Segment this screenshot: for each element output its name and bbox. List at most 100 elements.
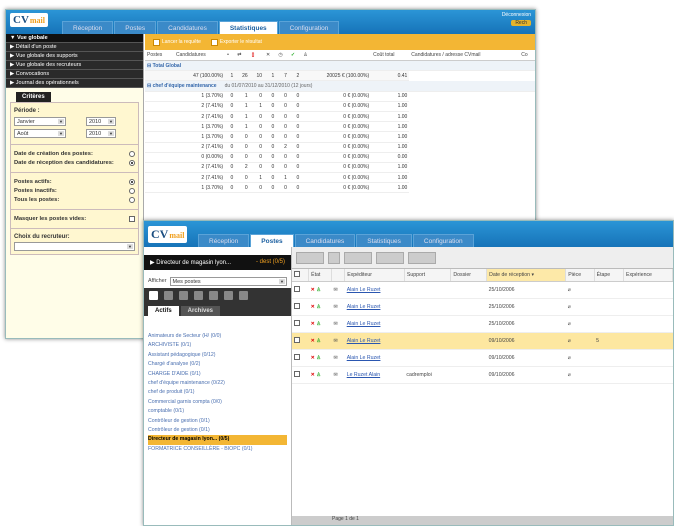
tab-3[interactable]: Statistiques [356,234,412,247]
person-icon[interactable]: ♙ [315,287,321,293]
sender-link[interactable]: Alain Le Ruzet [347,355,381,361]
sender-link[interactable]: Le Ruzet Alain [347,372,380,378]
col-header-3[interactable]: ⇄ [235,50,250,61]
col-header-0[interactable]: Postes [145,50,174,61]
people-icon[interactable] [224,291,233,300]
select-all-checkbox[interactable] [294,271,300,277]
attachment-icon[interactable]: ⌀ [565,315,595,333]
col-header-11[interactable]: Co [519,50,535,61]
period-to-year[interactable]: 2010 [86,129,116,138]
tab-3[interactable]: Statistiques [218,21,278,34]
post-item[interactable]: Contrôleur de gestion (0/1) [148,417,287,426]
toolbar-button-1[interactable] [296,251,324,264]
row-checkbox[interactable] [294,286,300,292]
col-header-9[interactable]: Coût total [371,50,410,61]
period-from-year[interactable]: 2010 [86,117,116,126]
period-to-month[interactable]: Août [14,129,66,138]
tab-2[interactable]: Candidatures [294,234,356,247]
post-item[interactable]: Contrôleur de gestion (0/1) [148,426,287,435]
tab-1[interactable]: Postes [114,21,157,34]
attachment-icon[interactable]: ⌀ [565,366,595,384]
tab-4[interactable]: Configuration [278,21,340,34]
col-header-5[interactable]: Dossier [450,269,488,282]
col-header-9[interactable]: Expérience [623,269,673,282]
col-header-3[interactable]: Expéditeur [344,269,405,282]
recruiter-select[interactable] [14,242,135,251]
hide-empty-checkbox[interactable] [129,216,135,222]
post-item[interactable]: CHARGE D'AIDE (0/1) [148,370,287,379]
sender-link[interactable]: Alain Le Ruzet [347,287,381,293]
edit-icon[interactable] [239,291,248,300]
tab-1[interactable]: Postes [250,234,294,247]
date-option-radio[interactable] [129,160,135,166]
candidate-row[interactable]: ✕ ♙ ✉ Alain Le Ruzet 25/10/2006 ⌀ [292,315,673,333]
period-from-month[interactable]: Janvier [14,117,66,126]
group-label[interactable]: ⊟ chef d'équipe maintenance du 01/07/2010… [145,80,535,92]
search-button[interactable]: Rech [511,20,531,26]
post-item[interactable]: Chargé d'analyse (0/2) [148,360,287,369]
user-icon[interactable] [149,291,158,300]
post-option-radio[interactable] [129,197,135,203]
col-header-7[interactable]: Pièce [565,269,595,282]
toolbar-button-5[interactable] [408,251,436,264]
post-item[interactable]: ARCHIVISTE (0/1) [148,341,287,350]
post-item[interactable]: Assistant pédagogique (0/12) [148,351,287,360]
post-item[interactable]: Directeur de magasin lyon... (0/5) [148,435,287,445]
col-header-6[interactable]: Date de réception ▾ [486,269,567,282]
person-icon[interactable]: ♙ [315,372,321,378]
row-checkbox[interactable] [294,354,300,360]
post-option-radio[interactable] [129,188,135,194]
tab-0[interactable]: Réception [62,21,114,34]
tab-criteria[interactable]: Critères [16,92,51,102]
nav-item-0[interactable]: ▼ Vue globale [6,34,143,43]
card-icon[interactable] [209,291,218,300]
post-option-radio[interactable] [129,179,135,185]
person-icon[interactable]: ♙ [315,355,321,361]
nav-item-3[interactable]: ▶ Vue globale des recruteurs [6,61,143,70]
tab-2[interactable]: Candidatures [157,21,218,34]
sender-link[interactable]: Alain Le Ruzet [347,338,381,344]
candidate-row[interactable]: ✕ ♙ ✉ Le Ruzet Alain cadremploi 09/10/2006 ⌀ [292,366,673,384]
post-item[interactable]: Animateurs de Secteur (H/ (0/0) [148,332,287,341]
attachment-icon[interactable]: ⌀ [565,349,595,367]
col-header-6[interactable]: ◷ [276,50,289,61]
candidate-row[interactable]: ✕ ♙ ✉ Alain Le Ruzet 09/10/2006 ⌀ 5 [292,332,673,350]
nav-item-4[interactable]: ▶ Convocations [6,70,143,79]
candidate-row[interactable]: ✕ ♙ ✉ Alain Le Ruzet 09/10/2006 ⌀ [292,349,673,367]
person-icon[interactable]: ♙ [315,321,321,327]
date-option-radio[interactable] [129,151,135,157]
sender-link[interactable]: Alain Le Ruzet [347,304,381,310]
row-checkbox[interactable] [294,371,300,377]
attachment-icon[interactable]: ⌀ [565,332,595,350]
post-item[interactable]: comptable (0/1) [148,407,287,416]
col-header-8[interactable]: Étape [594,269,624,282]
col-header-1[interactable]: Candidatures [173,50,226,61]
settings-icon[interactable] [194,291,203,300]
col-header-5[interactable]: ✕ [264,50,277,61]
post-item[interactable]: chef de produit (0/1) [148,388,287,397]
toolbar-button-3[interactable] [344,251,372,264]
subtab-1[interactable]: Archives [180,306,221,316]
tab-0[interactable]: Réception [198,234,250,247]
row-checkbox[interactable] [294,320,300,326]
col-header-8[interactable]: ♙ [301,50,372,61]
col-header-2[interactable] [331,269,346,282]
selected-job[interactable]: ▶ Directeur de magasin lyon... - dest (0… [144,255,291,270]
logout-link[interactable]: Déconnexion [502,12,531,18]
nav-item-1[interactable]: ▶ Détail d'un poste [6,43,143,52]
subtab-0[interactable]: Actifs [148,306,179,316]
nav-item-2[interactable]: ▶ Vue globale des supports [6,52,143,61]
person-icon[interactable]: ♙ [315,338,321,344]
toolbar-button-2[interactable] [328,251,340,264]
nav-item-5[interactable]: ▶ Journal des opérationnels [6,79,143,88]
candidate-row[interactable]: ✕ ♙ ✉ Alain Le Ruzet 25/10/2006 ⌀ [292,298,673,316]
col-header-7[interactable]: ✓ [288,50,302,61]
sender-link[interactable]: Alain Le Ruzet [347,321,381,327]
export-button[interactable]: Exporter le résultat [210,38,262,46]
col-header-2[interactable]: • [225,50,236,61]
run-query-button[interactable]: Lancer la requête [153,38,201,46]
mail-icon[interactable] [179,291,188,300]
col-header-10[interactable]: Candidatures / adresse CVmail [409,50,520,61]
post-item[interactable]: chef d'équipe maintenance (0/22) [148,379,287,388]
col-header-4[interactable]: Support [404,269,452,282]
